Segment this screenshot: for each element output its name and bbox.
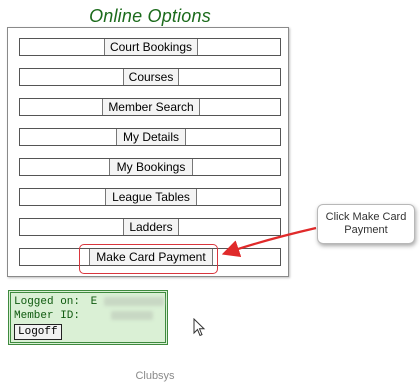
logged-on-value: E [90,296,98,308]
make-card-payment-highlight [79,244,218,274]
logoff-button[interactable]: Logoff [14,324,62,340]
my-details-button[interactable]: My Details [19,128,281,146]
ladders-button[interactable]: Ladders [19,218,281,236]
redacted-name [103,296,164,306]
logged-on-row: Logged on: E [14,295,164,309]
logged-on-label: Logged on: [14,296,81,308]
member-search-button[interactable]: Member Search [19,98,281,116]
member-id-row: Member ID: [14,309,162,323]
court-bookings-button[interactable]: Court Bookings [19,38,281,56]
menu-item-label: Ladders [123,219,179,235]
my-bookings-button[interactable]: My Bookings [19,158,281,176]
menu-item-label: Member Search [102,99,200,115]
session-panel: Logged on: E Member ID: Logoff [8,290,168,345]
menu-item-label: League Tables [105,189,197,205]
league-tables-button[interactable]: League Tables [19,188,281,206]
page-title: Online Options [89,6,211,26]
menu-item-label: My Details [116,129,186,145]
mouse-pointer-icon [193,318,206,337]
footer-brand: Clubsys [135,370,175,382]
redacted-member-id [110,310,153,320]
courses-button[interactable]: Courses [19,68,281,86]
menu-item-label: My Bookings [109,159,193,175]
menu-item-label: Courses [123,69,179,85]
instruction-callout: Click Make Card Payment [317,204,415,244]
member-id-label: Member ID: [14,310,81,322]
options-menu: Court Bookings Courses Member Search My … [7,27,289,277]
menu-item-label: Court Bookings [104,39,198,55]
